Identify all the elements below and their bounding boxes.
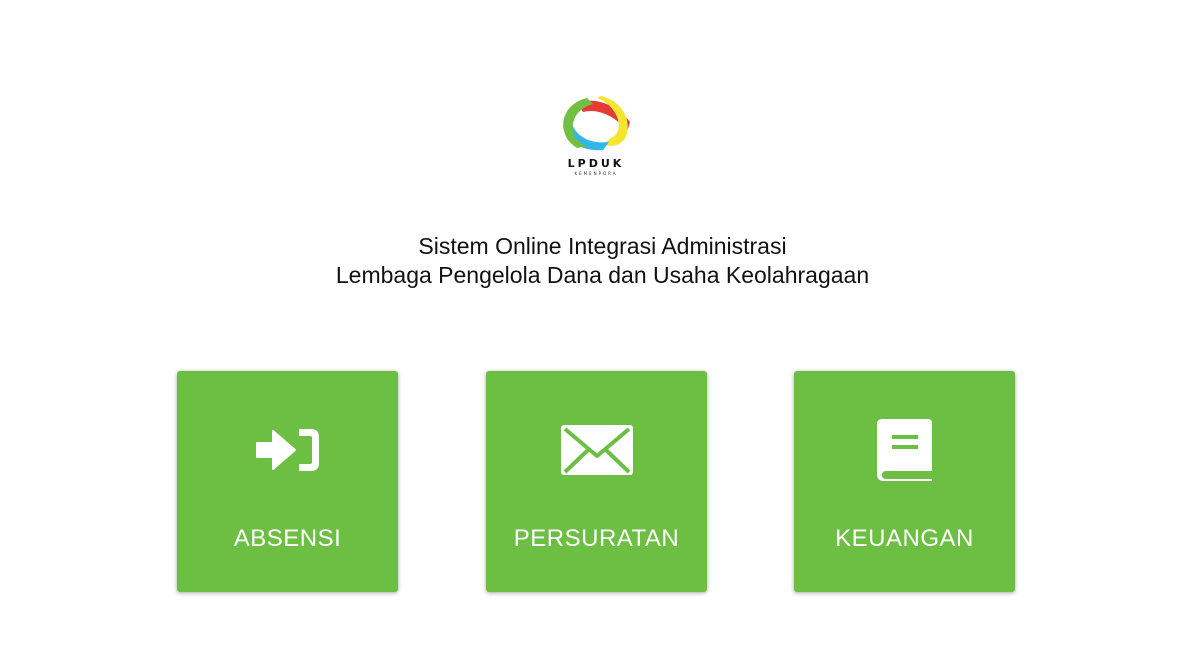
logo-wordmark: LPDUK xyxy=(567,157,625,170)
envelope-icon xyxy=(486,417,707,483)
page-title-line-1: Sistem Online Integrasi Administrasi xyxy=(418,233,787,259)
page-title-line-2: Lembaga Pengelola Dana dan Usaha Keolahr… xyxy=(335,262,870,288)
keuangan-button[interactable]: KEUANGAN xyxy=(794,371,1015,592)
absensi-button[interactable]: ABSENSI xyxy=(177,371,398,592)
keuangan-label: KEUANGAN xyxy=(835,525,974,552)
logo-subtitle: KEMENPORA xyxy=(574,171,618,176)
lpduk-logo-emblem xyxy=(563,96,630,151)
sign-in-icon xyxy=(177,417,398,483)
persuratan-label: PERSURATAN xyxy=(513,525,680,552)
lpduk-logo: LPDUK KEMENPORA xyxy=(557,92,635,180)
absensi-label: ABSENSI xyxy=(233,525,342,552)
persuratan-button[interactable]: PERSURATAN xyxy=(486,371,707,592)
book-icon xyxy=(794,417,1015,483)
page-title: Sistem Online Integrasi Administrasi Lem… xyxy=(12,232,1181,290)
